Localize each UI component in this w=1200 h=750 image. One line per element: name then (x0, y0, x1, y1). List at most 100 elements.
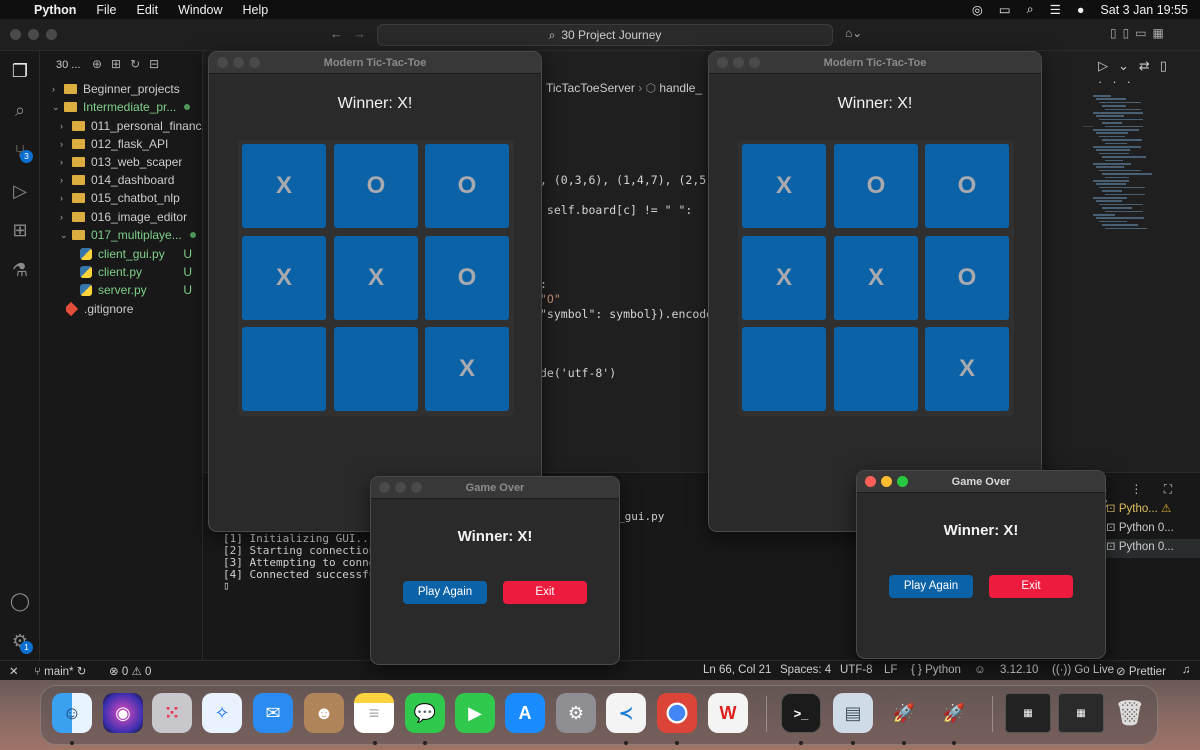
safari-icon[interactable]: ✧ (202, 693, 242, 733)
board-cell[interactable]: X (925, 327, 1009, 411)
tree-item[interactable]: .gitignore (66, 300, 133, 318)
notes-icon[interactable]: ≡ (354, 693, 394, 733)
tree-item[interactable]: server.py U (80, 281, 192, 299)
system-settings-icon[interactable]: ⚙ (556, 693, 596, 733)
board-cell[interactable]: X (834, 236, 918, 320)
tree-item[interactable]: ⌄ 017_multiplaye... (60, 226, 196, 244)
zoom-button[interactable] (249, 57, 260, 68)
remote-icon[interactable]: ✕ (9, 664, 19, 678)
control-center-icon[interactable]: ☰ (1050, 2, 1061, 17)
back-arrow-icon[interactable]: ← (330, 26, 343, 41)
facetime-icon[interactable]: ▶ (455, 693, 495, 733)
board-cell[interactable]: O (834, 144, 918, 228)
play-again-button[interactable]: Play Again (403, 581, 487, 604)
tree-item[interactable]: › Beginner_projects (52, 80, 180, 98)
finder-icon[interactable]: ☺ (52, 693, 92, 733)
board-cell[interactable]: O (925, 144, 1009, 228)
code-line[interactable]: , (0,3,6), (1,4,7), (2,5,8), (540, 173, 734, 187)
cursor-position[interactable]: Ln 66, Col 21 (703, 664, 771, 676)
language-mode[interactable]: { } Python (911, 664, 961, 676)
extensions-icon[interactable]: ⊞ (8, 218, 32, 242)
spotlight-icon[interactable]: ⌕ (1027, 2, 1034, 17)
board-cell[interactable] (334, 327, 418, 411)
vscode-icon[interactable]: ≺ (606, 693, 646, 733)
explorer-icon[interactable]: ❐ (8, 59, 32, 83)
terminal-tab[interactable]: ⊡ Python 0... (1106, 520, 1200, 539)
menu-edit[interactable]: Edit (137, 3, 159, 17)
window-title-bar[interactable]: Modern Tic-Tac-Toe (709, 52, 1041, 74)
minimize-button[interactable] (395, 482, 406, 493)
code-line[interactable]: de('utf-8') (540, 366, 616, 380)
layout-icons[interactable]: ▯▯▭▦ (1110, 26, 1170, 40)
line-ending[interactable]: LF (884, 664, 897, 676)
minimap[interactable] (1093, 95, 1163, 235)
battery-icon[interactable]: ▭ (999, 2, 1011, 17)
board-cell[interactable]: X (425, 327, 509, 411)
tree-item[interactable]: › 012_flask_API (60, 135, 168, 153)
board-cell[interactable] (742, 327, 826, 411)
window-thumbnail[interactable]: ▦ (1005, 693, 1051, 733)
dialog-title-bar[interactable]: Game Over (857, 471, 1105, 493)
breadcrumb[interactable]: TicTacToeServer › ⬡ handle_ (546, 81, 702, 95)
window-title-bar[interactable]: Modern Tic-Tac-Toe (209, 52, 541, 74)
notifications-icon[interactable]: ♫ (1182, 664, 1191, 676)
code-line[interactable]: "symbol": symbol}).encode('u (540, 307, 734, 321)
forward-arrow-icon[interactable]: → (353, 26, 366, 41)
screen-share-icon[interactable]: ◎ (972, 2, 983, 17)
mail-icon[interactable]: ✉ (253, 693, 293, 733)
terminal-tab[interactable]: ⊡ Pytho... ⚠ (1106, 501, 1200, 520)
board-cell[interactable]: O (925, 236, 1009, 320)
minimize-button[interactable] (881, 476, 892, 487)
close-button[interactable] (217, 57, 228, 68)
search-activity-icon[interactable]: ⌕ (8, 98, 32, 122)
command-center-search[interactable]: ⌕ 30 Project Journey (377, 24, 833, 46)
tree-item[interactable]: client.py U (80, 263, 192, 281)
minimize-button[interactable] (733, 57, 744, 68)
tree-item[interactable]: ⌄ Intermediate_pr... (52, 98, 191, 116)
wps-icon[interactable]: W (708, 693, 748, 733)
vscode-close-button[interactable] (10, 29, 21, 40)
tree-item[interactable]: › 013_web_scaper (60, 153, 182, 171)
menu-app-name[interactable]: Python (34, 3, 76, 17)
terminal-tab[interactable]: ⊡ Python 0... (1106, 539, 1200, 558)
copilot-status-icon[interactable]: ☺ (974, 664, 986, 676)
board-cell[interactable] (834, 327, 918, 411)
prettier-status[interactable]: ⊘ Prettier (1116, 664, 1166, 678)
go-live-button[interactable]: ((·)) Go Live (1052, 664, 1114, 676)
board-cell[interactable]: X (242, 236, 326, 320)
run-icon[interactable]: ▷⌄⇄▯ ··· (1098, 58, 1200, 89)
board-cell[interactable]: O (425, 144, 509, 228)
code-line[interactable]: self.board[c] != " ": (540, 203, 692, 217)
board-cell[interactable] (242, 327, 326, 411)
tree-item[interactable]: client_gui.py U (80, 245, 192, 263)
app-store-icon[interactable]: A (505, 693, 545, 733)
testing-icon[interactable]: ⚗ (8, 258, 32, 282)
siri-menu-icon[interactable]: ● (1077, 3, 1085, 17)
chrome-icon[interactable] (657, 693, 697, 733)
tree-item[interactable]: › 016_image_editor (60, 208, 187, 226)
python-launcher-icon-2[interactable]: 🚀 (934, 693, 974, 733)
board-cell[interactable]: O (334, 144, 418, 228)
vscode-zoom-button[interactable] (46, 29, 57, 40)
branch-indicator[interactable]: ⑂ main* ↻ (34, 664, 86, 678)
siri-icon[interactable]: ◉ (103, 693, 143, 733)
preview-icon[interactable]: ▤ (833, 693, 873, 733)
play-again-button[interactable]: Play Again (889, 575, 973, 598)
account-icon[interactable]: ◯ (8, 589, 32, 613)
vscode-minimize-button[interactable] (28, 29, 39, 40)
tree-item[interactable]: › 014_dashboard (60, 171, 174, 189)
clock[interactable]: Sat 3 Jan 19:55 (1100, 3, 1188, 17)
terminal-icon[interactable]: >_ (781, 693, 821, 733)
board-cell[interactable]: X (742, 144, 826, 228)
messages-icon[interactable]: 💬 (405, 693, 445, 733)
trash-icon[interactable]: 🗑 (1110, 693, 1150, 733)
board-cell[interactable]: X (742, 236, 826, 320)
menu-help[interactable]: Help (243, 3, 269, 17)
terminal-cursor[interactable]: ▯ (223, 579, 230, 592)
copilot-icon[interactable]: ⌂⌄ (845, 26, 862, 40)
indentation[interactable]: Spaces: 4 (780, 664, 831, 676)
menu-file[interactable]: File (96, 3, 116, 17)
encoding[interactable]: UTF-8 (840, 664, 873, 676)
explorer-actions[interactable]: ⊕⊞↻⊟ (92, 57, 168, 71)
board-cell[interactable]: O (425, 236, 509, 320)
